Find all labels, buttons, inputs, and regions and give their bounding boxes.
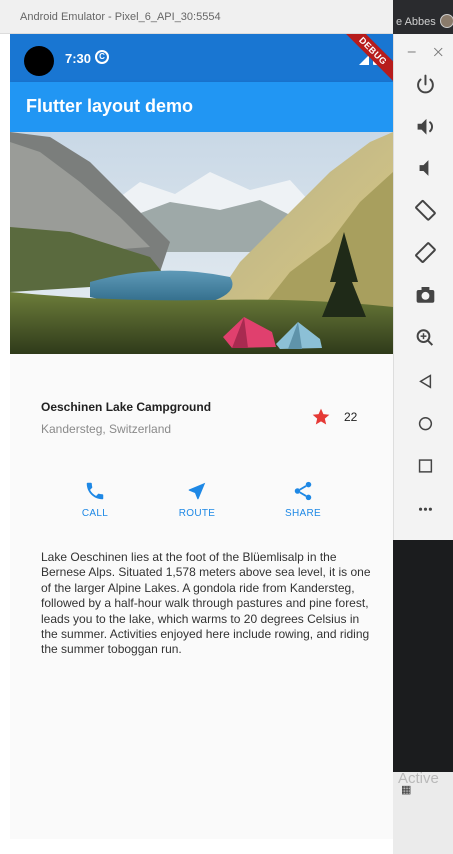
- rotate-left-icon[interactable]: [415, 199, 436, 221]
- status-time: 7:30: [65, 51, 92, 66]
- taskbar-app-icon[interactable]: ▦: [401, 784, 413, 796]
- share-label: SHARE: [285, 508, 321, 519]
- desktop-avatar[interactable]: [440, 14, 453, 28]
- place-name: Oeschinen Lake Campground: [41, 400, 212, 414]
- desktop-user-name: e Abbes: [396, 16, 436, 28]
- emulator-title: Android Emulator - Pixel_6_API_30:5554: [20, 11, 221, 23]
- home-icon[interactable]: [418, 417, 433, 431]
- rotate-right-icon[interactable]: [415, 242, 436, 263]
- call-button[interactable]: CALL: [55, 474, 135, 524]
- share-icon: [294, 481, 312, 501]
- camera-cutout: [24, 46, 54, 76]
- overview-icon[interactable]: [418, 459, 433, 473]
- back-icon[interactable]: [419, 374, 432, 389]
- star-icon[interactable]: [311, 407, 331, 427]
- close-icon[interactable]: [433, 47, 443, 57]
- status-bar: 7:30 C DEBUG: [10, 34, 393, 86]
- power-icon[interactable]: [417, 74, 434, 94]
- place-location: Kandersteg, Switzerland: [41, 422, 172, 436]
- share-button[interactable]: SHARE: [263, 474, 343, 524]
- near-me-icon: [188, 482, 206, 500]
- emulator-side-toolbar: [393, 34, 453, 540]
- star-count: 22: [344, 410, 358, 424]
- emulator-window: Android Emulator - Pixel_6_API_30:5554 7…: [0, 0, 393, 854]
- camera-icon[interactable]: [416, 287, 435, 303]
- route-button[interactable]: ROUTE: [157, 474, 237, 524]
- more-icon[interactable]: [418, 507, 432, 511]
- description-text: Lake Oeschinen lies at the foot of the B…: [41, 550, 371, 657]
- volume-up-icon[interactable]: [417, 118, 434, 135]
- call-label: CALL: [81, 508, 109, 519]
- volume-down-icon[interactable]: [419, 160, 429, 176]
- status-notification-icon: C: [95, 50, 109, 64]
- phone-screen[interactable]: 7:30 C DEBUG Flutter layout demo Oeschin…: [10, 34, 393, 839]
- phone-icon: [86, 482, 104, 500]
- app-bar-title: Flutter layout demo: [26, 96, 194, 116]
- zoom-icon[interactable]: [416, 329, 434, 346]
- button-section: CALL ROUTE SHARE: [10, 474, 393, 534]
- emulator-title-bar[interactable]: Android Emulator - Pixel_6_API_30:5554: [0, 0, 393, 34]
- route-label: ROUTE: [178, 508, 216, 519]
- lake-landscape-image: [10, 132, 393, 354]
- app-bar: Flutter layout demo: [10, 82, 393, 132]
- title-section: Oeschinen Lake Campground Kandersteg, Sw…: [10, 354, 393, 454]
